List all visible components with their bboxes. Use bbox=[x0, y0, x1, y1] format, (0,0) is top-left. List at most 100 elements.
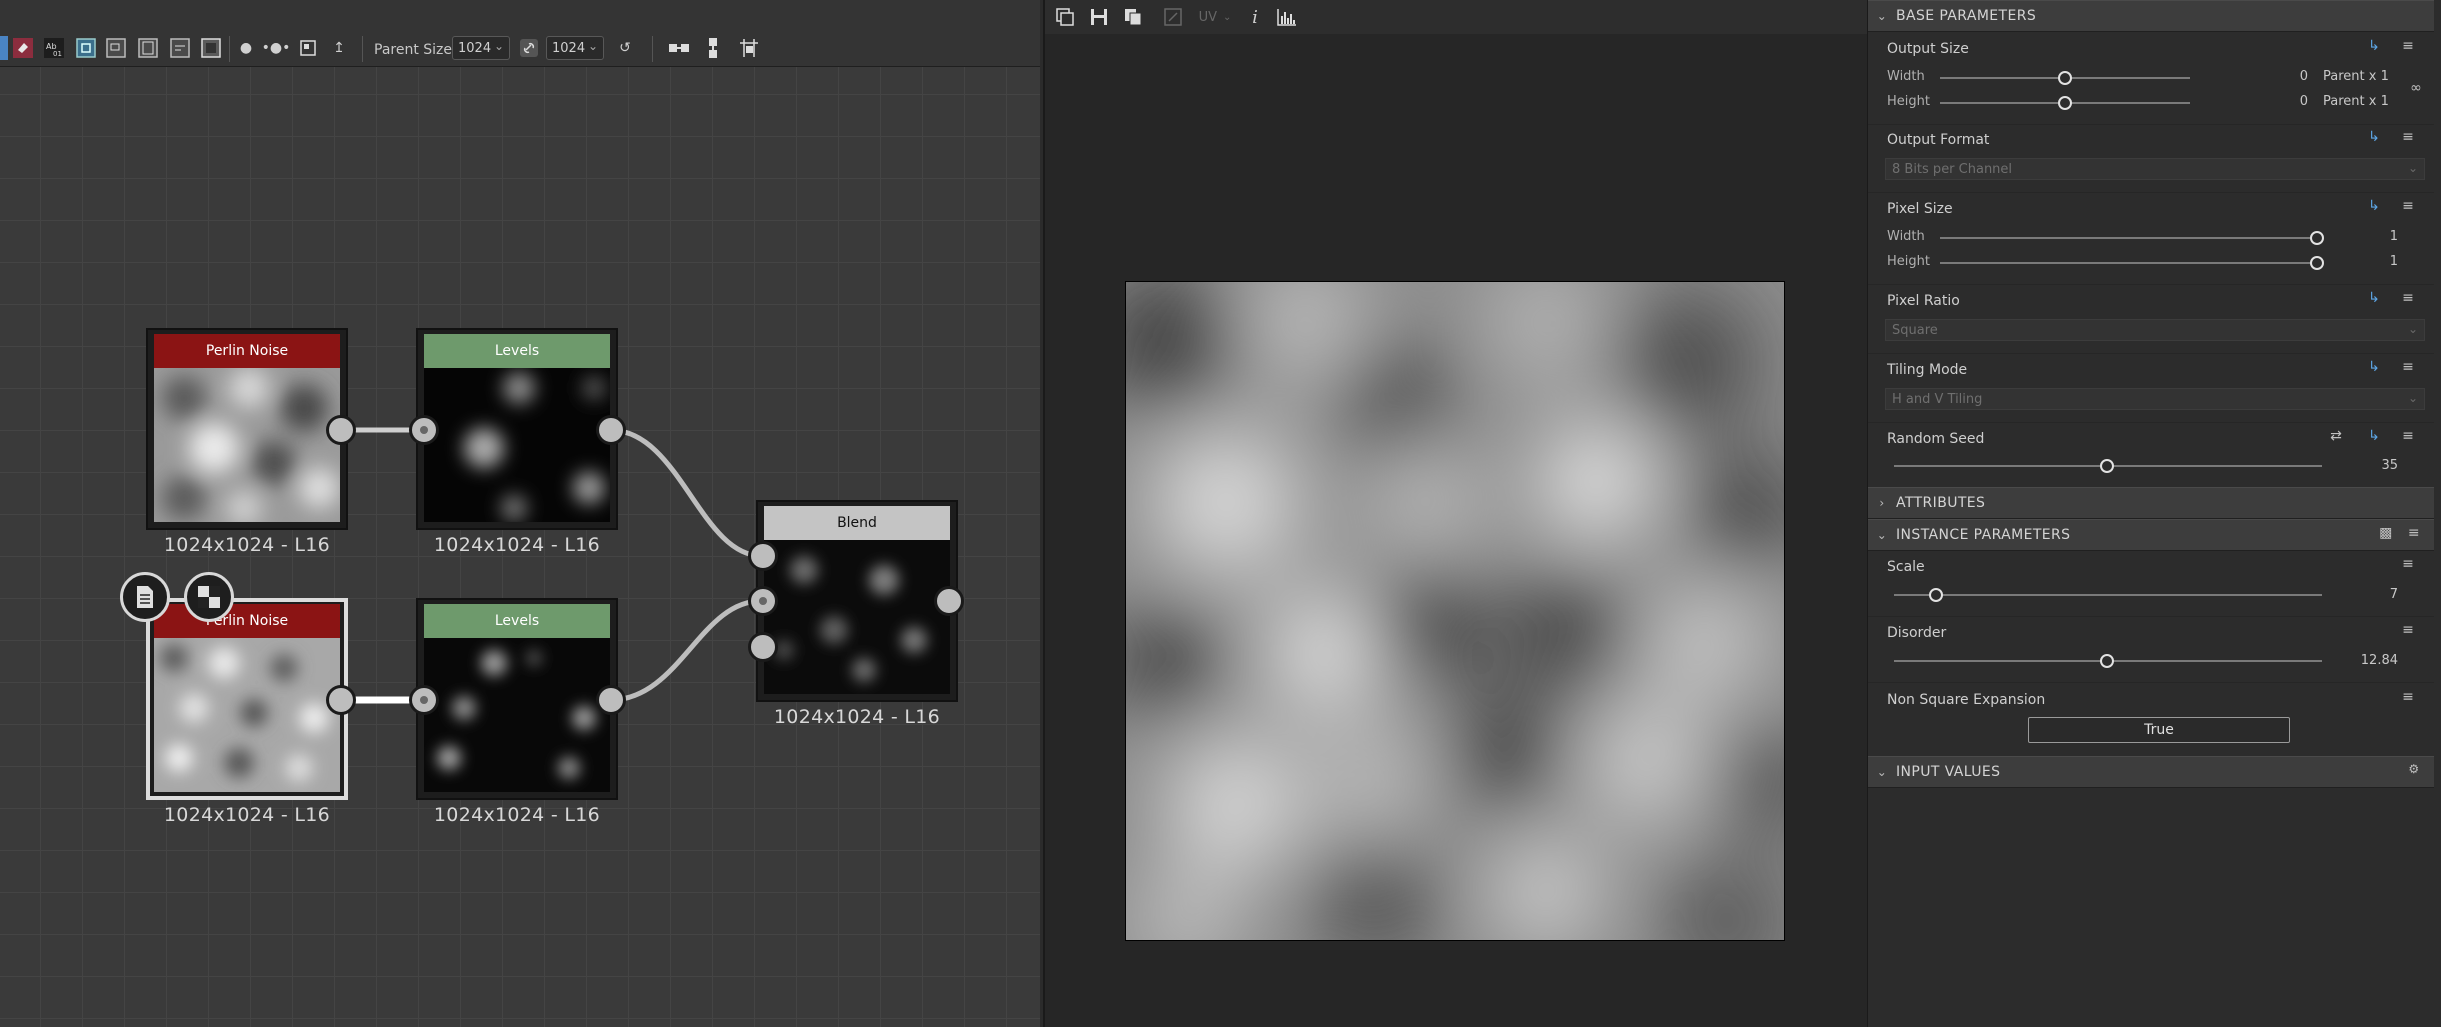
menu-icon[interactable]: ≡ bbox=[2398, 129, 2418, 145]
pixel-width-handle[interactable] bbox=[2310, 231, 2324, 245]
shuffle-icon[interactable]: ⇄ bbox=[2326, 428, 2346, 444]
pixel-height-slider[interactable] bbox=[1940, 262, 2320, 264]
node-title: Perlin Noise bbox=[154, 334, 340, 368]
input-port[interactable] bbox=[409, 685, 439, 715]
preset-icon[interactable]: ▩ bbox=[2376, 525, 2396, 541]
node-thumbnail bbox=[764, 540, 950, 694]
pixel-size-label: Pixel Size bbox=[1887, 201, 1953, 217]
output-height-mode[interactable]: Parent x 1 bbox=[2303, 94, 2413, 109]
output-port[interactable] bbox=[934, 586, 964, 616]
disorder-value[interactable]: 12.84 bbox=[2338, 653, 2398, 668]
section-title: INSTANCE PARAMETERS bbox=[1896, 527, 2071, 543]
info-label: i bbox=[1252, 6, 1258, 28]
menu-icon[interactable]: ≡ bbox=[2398, 359, 2418, 375]
pixel-width-value[interactable]: 1 bbox=[2358, 229, 2398, 244]
properties-panel: ⌄ BASE PARAMETERS Output Size ↳ ≡ Width … bbox=[1868, 0, 2441, 1027]
node-title: Blend bbox=[764, 506, 950, 540]
node-caption: 1024x1024 - L16 bbox=[433, 534, 601, 556]
pixel-ratio-label: Pixel Ratio bbox=[1887, 293, 1960, 309]
link-icon[interactable]: ∞ bbox=[2406, 80, 2426, 96]
menu-icon[interactable]: ≡ bbox=[2398, 290, 2418, 306]
inherit-icon[interactable]: ↳ bbox=[2364, 428, 2384, 444]
uv-toggle[interactable]: UV ⌄ bbox=[1195, 5, 1235, 29]
pixel-width-label: Width bbox=[1887, 229, 1925, 244]
attributes-header[interactable]: › ATTRIBUTES bbox=[1868, 487, 2434, 519]
menu-icon[interactable]: ≡ bbox=[2398, 622, 2418, 638]
chevron-down-icon: ⌄ bbox=[1876, 9, 1888, 23]
preview-panel[interactable]: UV ⌄ i bbox=[1043, 0, 1870, 1027]
pixel-height-handle[interactable] bbox=[2310, 256, 2324, 270]
node-caption: 1024x1024 - L16 bbox=[433, 804, 601, 826]
input-values-header[interactable]: ⌄ INPUT VALUES ⚙ bbox=[1868, 756, 2434, 788]
node-caption: 1024x1024 - L16 bbox=[163, 804, 331, 826]
instance-parameters-header[interactable]: ⌄ INSTANCE PARAMETERS ▩ ≡ bbox=[1868, 519, 2434, 551]
scale-label: Scale bbox=[1887, 559, 1925, 575]
preview-image[interactable] bbox=[1125, 281, 1785, 941]
base-parameters-header[interactable]: ⌄ BASE PARAMETERS bbox=[1868, 0, 2434, 32]
pixel-height-label: Height bbox=[1887, 254, 1930, 269]
histogram-icon[interactable] bbox=[1275, 5, 1299, 29]
menu-icon[interactable]: ≡ bbox=[2404, 525, 2424, 541]
output-port[interactable] bbox=[326, 415, 356, 445]
chevron-right-icon: › bbox=[1879, 496, 1885, 510]
output-height-value[interactable]: 0 bbox=[2268, 94, 2308, 109]
info-icon[interactable]: i bbox=[1243, 5, 1267, 29]
scale-handle[interactable] bbox=[1929, 588, 1943, 602]
menu-icon[interactable]: ≡ bbox=[2398, 428, 2418, 444]
output-port[interactable] bbox=[596, 415, 626, 445]
output-port[interactable] bbox=[596, 685, 626, 715]
output-width-value[interactable]: 0 bbox=[2268, 69, 2308, 84]
non-square-expansion-toggle[interactable]: True bbox=[2028, 717, 2290, 743]
output-width-mode[interactable]: Parent x 1 bbox=[2303, 69, 2413, 84]
uv-label: UV bbox=[1198, 9, 1218, 25]
input-port-background[interactable] bbox=[748, 541, 778, 571]
save-icon[interactable] bbox=[1087, 5, 1111, 29]
chevron-down-icon: ⌄ bbox=[1223, 11, 1232, 23]
pixel-ratio-dropdown[interactable]: Square ⌄ bbox=[1885, 319, 2425, 341]
inherit-icon[interactable]: ↳ bbox=[2364, 198, 2384, 214]
inherit-icon[interactable]: ↳ bbox=[2364, 290, 2384, 306]
input-port-mask[interactable] bbox=[748, 632, 778, 662]
checker-icon[interactable] bbox=[184, 572, 234, 622]
chevron-down-icon: ⌄ bbox=[2407, 161, 2418, 175]
input-port[interactable] bbox=[409, 415, 439, 445]
random-seed-handle[interactable] bbox=[2100, 459, 2114, 473]
pixel-ratio-value: Square bbox=[1892, 322, 1938, 338]
node-caption: 1024x1024 - L16 bbox=[773, 706, 941, 728]
scale-value[interactable]: 7 bbox=[2358, 587, 2398, 602]
output-width-handle[interactable] bbox=[2058, 71, 2072, 85]
inherit-icon[interactable]: ↳ bbox=[2364, 38, 2384, 54]
node-thumbnail bbox=[154, 368, 340, 522]
pixel-width-slider[interactable] bbox=[1940, 237, 2320, 239]
section-title: ATTRIBUTES bbox=[1896, 495, 1986, 511]
output-height-label: Height bbox=[1887, 94, 1930, 109]
tiling-mode-dropdown[interactable]: H and V Tiling ⌄ bbox=[1885, 388, 2425, 410]
inherit-icon[interactable]: ↳ bbox=[2364, 129, 2384, 145]
menu-icon[interactable]: ≡ bbox=[2398, 38, 2418, 54]
output-port[interactable] bbox=[326, 685, 356, 715]
output-format-dropdown[interactable]: 8 Bits per Channel ⌄ bbox=[1885, 158, 2425, 180]
menu-icon[interactable]: ≡ bbox=[2398, 689, 2418, 705]
copy-icon[interactable] bbox=[1121, 5, 1145, 29]
chevron-down-icon: ⌄ bbox=[2407, 322, 2418, 336]
gear-icon[interactable]: ⚙ bbox=[2404, 762, 2424, 776]
export-icon[interactable] bbox=[1161, 5, 1185, 29]
tiling-mode-value: H and V Tiling bbox=[1892, 391, 1983, 407]
graph-editor[interactable]: Ab 01 ● •●• ↥ Parent Size: 1024 ⌄ 1024 ⌄ ↺ bbox=[0, 0, 1040, 1027]
random-seed-value[interactable]: 35 bbox=[2358, 458, 2398, 473]
scale-slider[interactable] bbox=[1894, 594, 2322, 596]
non-square-expansion-label: Non Square Expansion bbox=[1887, 692, 2046, 708]
input-port-foreground[interactable] bbox=[748, 586, 778, 616]
menu-icon[interactable]: ≡ bbox=[2398, 556, 2418, 572]
output-format-value: 8 Bits per Channel bbox=[1892, 161, 2013, 177]
chevron-down-icon: ⌄ bbox=[1876, 765, 1888, 779]
output-height-handle[interactable] bbox=[2058, 96, 2072, 110]
disorder-handle[interactable] bbox=[2100, 654, 2114, 668]
inherit-icon[interactable]: ↳ bbox=[2364, 359, 2384, 375]
output-width-label: Width bbox=[1887, 69, 1925, 84]
copy-view-icon[interactable] bbox=[1053, 5, 1077, 29]
document-icon[interactable] bbox=[120, 572, 170, 622]
menu-icon[interactable]: ≡ bbox=[2398, 198, 2418, 214]
pixel-height-value[interactable]: 1 bbox=[2358, 254, 2398, 269]
random-seed-label: Random Seed bbox=[1887, 431, 1985, 447]
